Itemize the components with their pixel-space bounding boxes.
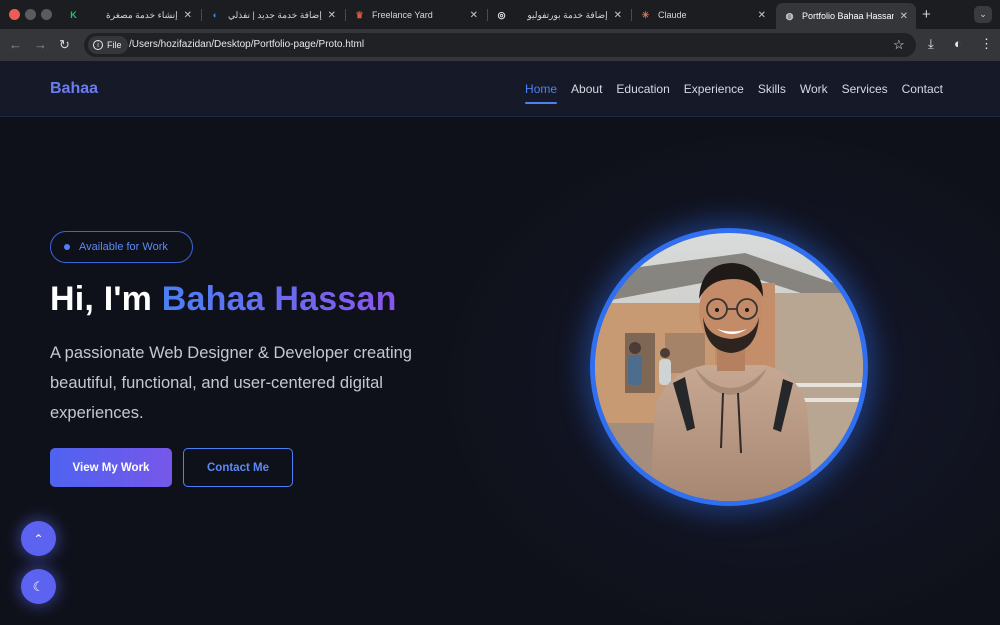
- portfolio-page: Bahaa Home About Education Experience Sk…: [0, 61, 1000, 625]
- profile-photo: [590, 228, 868, 506]
- close-window-button[interactable]: [9, 9, 20, 20]
- moon-icon: ☾: [32, 578, 45, 594]
- theme-toggle-button[interactable]: ☾: [21, 569, 56, 604]
- site-header: Bahaa Home About Education Experience Sk…: [0, 61, 1000, 117]
- extensions-icon[interactable]: ◐: [954, 36, 962, 51]
- tab-label: إضافة خدمة جديد | نفذلي: [228, 9, 322, 20]
- reload-icon[interactable]: ↻: [59, 37, 70, 53]
- nav-link-home[interactable]: Home: [525, 82, 558, 104]
- hero-title-name: Bahaa Hassan: [161, 280, 397, 318]
- hero-subtitle: A passionate Web Designer & Developer cr…: [50, 344, 412, 422]
- new-tab-button[interactable]: +: [922, 6, 931, 23]
- url-text[interactable]: /Users/hozifazidan/Desktop/Portfolio-pag…: [129, 39, 364, 50]
- close-tab-icon[interactable]: ✕: [328, 10, 336, 21]
- close-tab-icon[interactable]: ✕: [900, 11, 908, 22]
- view-my-work-button[interactable]: View My Work: [50, 448, 172, 487]
- nav-link-work[interactable]: Work: [800, 82, 828, 96]
- forward-arrow-icon[interactable]: →: [34, 37, 47, 52]
- browser-tab-active[interactable]: ◍ Portfolio Bahaa Hassan ✕: [776, 3, 916, 29]
- nav-link-education[interactable]: Education: [616, 82, 669, 96]
- nav-link-experience[interactable]: Experience: [684, 82, 744, 96]
- tab-label: Claude: [658, 10, 687, 20]
- scroll-to-top-button[interactable]: ⌃: [21, 521, 56, 556]
- chevron-up-icon: ⌃: [33, 531, 44, 546]
- tab-favicon-icon: ◐: [212, 10, 219, 20]
- browser-tab[interactable]: ♛ Freelance Yard ✕: [346, 3, 486, 27]
- maximize-window-button[interactable]: [41, 9, 52, 20]
- address-bar[interactable]: i File /Users/hozifazidan/Desktop/Portfo…: [84, 33, 916, 57]
- profile-photo-illustration: [595, 233, 863, 501]
- nav-link-contact[interactable]: Contact: [902, 82, 943, 96]
- tab-favicon-icon: ◍: [785, 10, 794, 21]
- contact-me-button[interactable]: Contact Me: [183, 448, 293, 487]
- browser-tab[interactable]: ◎ إضافة خدمة بورتفوليو ✕: [488, 3, 630, 27]
- availability-badge-label: Available for Work: [79, 241, 168, 253]
- browser-tab[interactable]: ◐ إضافة خدمة جديد | نفذلي ✕: [202, 3, 344, 27]
- browser-tab[interactable]: K إنشاء خدمة مصغرة ✕: [60, 3, 200, 27]
- back-arrow-icon[interactable]: ←: [9, 37, 22, 52]
- tab-label: Portfolio Bahaa Hassan: [802, 11, 894, 21]
- browser-tab-bar: K إنشاء خدمة مصغرة ✕ ◐ إضافة خدمة جديد |…: [0, 0, 1000, 29]
- bookmark-star-icon[interactable]: ☆: [893, 37, 905, 53]
- tab-search-chevron-icon[interactable]: ⌄: [974, 6, 992, 23]
- tab-label: إضافة خدمة بورتفوليو: [527, 9, 608, 20]
- main-nav: Home About Education Experience Skills W…: [525, 82, 943, 104]
- nav-link-skills[interactable]: Skills: [758, 82, 786, 96]
- hero-title-prefix: Hi, I'm: [50, 280, 162, 318]
- nav-link-services[interactable]: Services: [842, 82, 888, 96]
- download-icon[interactable]: ⤓: [928, 36, 934, 52]
- site-logo[interactable]: Bahaa: [50, 80, 98, 98]
- status-dot-icon: [64, 244, 70, 250]
- tab-label: Freelance Yard: [372, 10, 433, 20]
- close-tab-icon[interactable]: ✕: [184, 10, 192, 21]
- minimize-window-button[interactable]: [25, 9, 36, 20]
- tab-favicon-icon: ◎: [497, 9, 506, 20]
- close-tab-icon[interactable]: ✕: [470, 10, 478, 21]
- file-chip-label: File: [107, 40, 122, 50]
- tab-favicon-icon: ♛: [355, 9, 364, 20]
- availability-badge: Available for Work: [50, 231, 193, 263]
- info-icon: i: [93, 40, 103, 50]
- close-tab-icon[interactable]: ✕: [614, 10, 622, 21]
- hero-title: Hi, I'm Bahaa Hassan: [50, 280, 397, 319]
- browser-toolbar: ← → ↻ i File /Users/hozifazidan/Desktop/…: [0, 29, 1000, 61]
- browser-tab[interactable]: ✳ Claude ✕: [632, 3, 774, 27]
- kebab-menu-icon[interactable]: ⋮: [980, 36, 993, 52]
- tab-label: إنشاء خدمة مصغرة: [106, 9, 178, 20]
- site-info-chip[interactable]: i File: [88, 36, 128, 54]
- tab-favicon-icon: ✳: [641, 9, 650, 20]
- tab-favicon-icon: K: [70, 10, 77, 20]
- close-tab-icon[interactable]: ✕: [758, 10, 766, 21]
- nav-link-about[interactable]: About: [571, 82, 602, 96]
